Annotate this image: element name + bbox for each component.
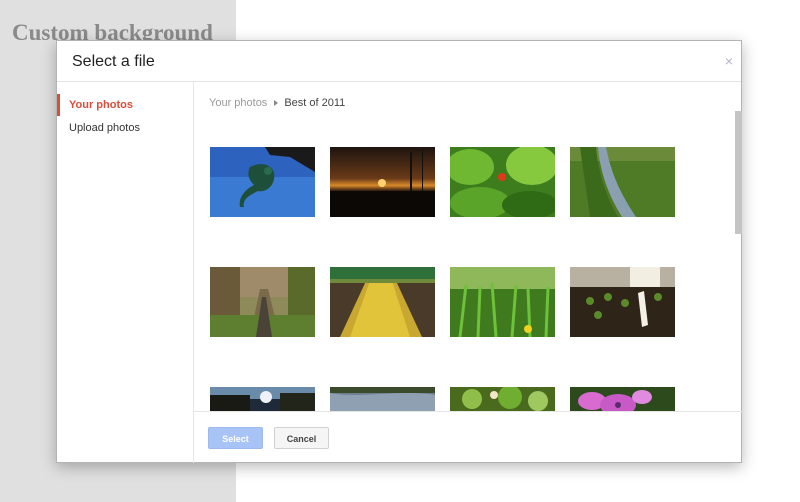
scrollbar-thumb[interactable] [735, 111, 742, 234]
breadcrumb-current: Best of 2011 [284, 97, 346, 109]
sidebar-item-upload-photos[interactable]: Upload photos [57, 117, 193, 139]
photo-thumbnail[interactable] [210, 147, 315, 217]
photo-thumbnail[interactable] [210, 267, 315, 337]
sidebar-item-your-photos[interactable]: Your photos [57, 94, 193, 116]
photo-thumbnail[interactable] [330, 147, 435, 217]
dialog-footer: Select Cancel [194, 411, 742, 464]
dialog-title: Select a file [72, 53, 155, 70]
select-button[interactable]: Select [208, 427, 263, 449]
breadcrumb: Your photos Best of 2011 [209, 97, 345, 109]
photo-thumbnail[interactable] [570, 387, 675, 411]
photo-thumbnail[interactable] [330, 387, 435, 411]
select-file-dialog: Select a file × Your photos Upload photo… [56, 40, 742, 463]
dialog-sidebar: Your photos Upload photos [57, 82, 194, 463]
photo-thumbnail[interactable] [570, 267, 675, 337]
breadcrumb-root[interactable]: Your photos [209, 97, 267, 109]
cancel-button[interactable]: Cancel [274, 427, 329, 449]
close-icon[interactable]: × [725, 54, 733, 68]
photo-grid [194, 111, 742, 411]
photo-thumbnail[interactable] [330, 267, 435, 337]
dialog-header: Select a file × [57, 41, 741, 82]
breadcrumb-separator-icon [274, 100, 279, 107]
photo-thumbnail[interactable] [570, 147, 675, 217]
photo-thumbnail[interactable] [450, 267, 555, 337]
photo-thumbnail[interactable] [450, 387, 555, 411]
photo-thumbnail[interactable] [450, 147, 555, 217]
photo-grid-scrollbar[interactable] [735, 111, 742, 411]
photo-thumbnail[interactable] [210, 387, 315, 411]
